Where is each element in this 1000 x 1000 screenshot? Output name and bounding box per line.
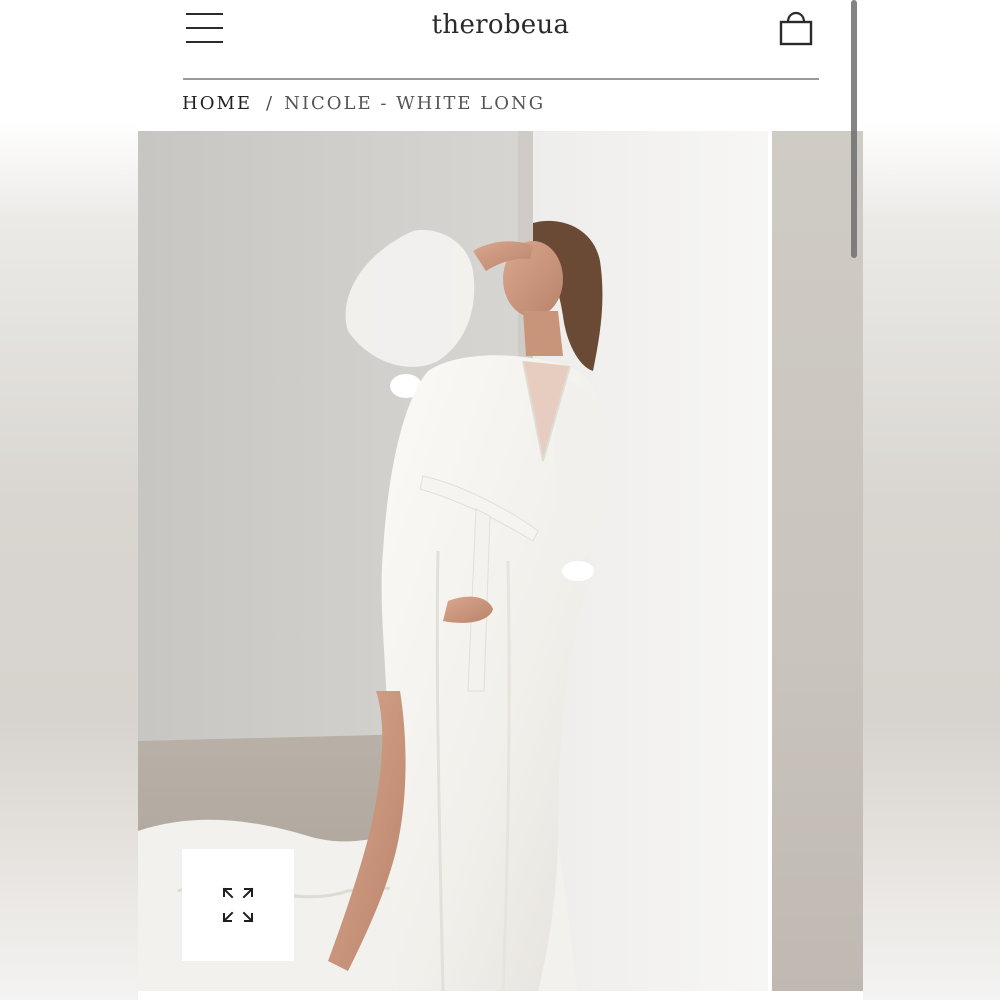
- brand-logo[interactable]: therobeua: [138, 10, 863, 40]
- header-divider: [183, 78, 819, 80]
- expand-image-button[interactable]: [182, 849, 294, 961]
- next-product-image[interactable]: [772, 131, 863, 991]
- breadcrumb: HOME / NICOLE - WHITE LONG: [182, 93, 545, 119]
- expand-arrows-icon: [222, 887, 254, 923]
- site-header: therobeua: [138, 0, 863, 80]
- page-bottom-edge: [138, 991, 863, 1000]
- breadcrumb-home-link[interactable]: HOME: [182, 93, 252, 114]
- breadcrumb-current-page: NICOLE - WHITE LONG: [284, 93, 546, 114]
- breadcrumb-separator: /: [266, 93, 275, 114]
- vertical-scrollbar[interactable]: [851, 0, 857, 258]
- shopping-bag-icon[interactable]: [778, 8, 814, 48]
- menu-line: [186, 41, 223, 43]
- mobile-page: therobeua HOME / NICOLE - WHITE LONG: [138, 0, 863, 1000]
- product-image-gallery[interactable]: [138, 131, 863, 991]
